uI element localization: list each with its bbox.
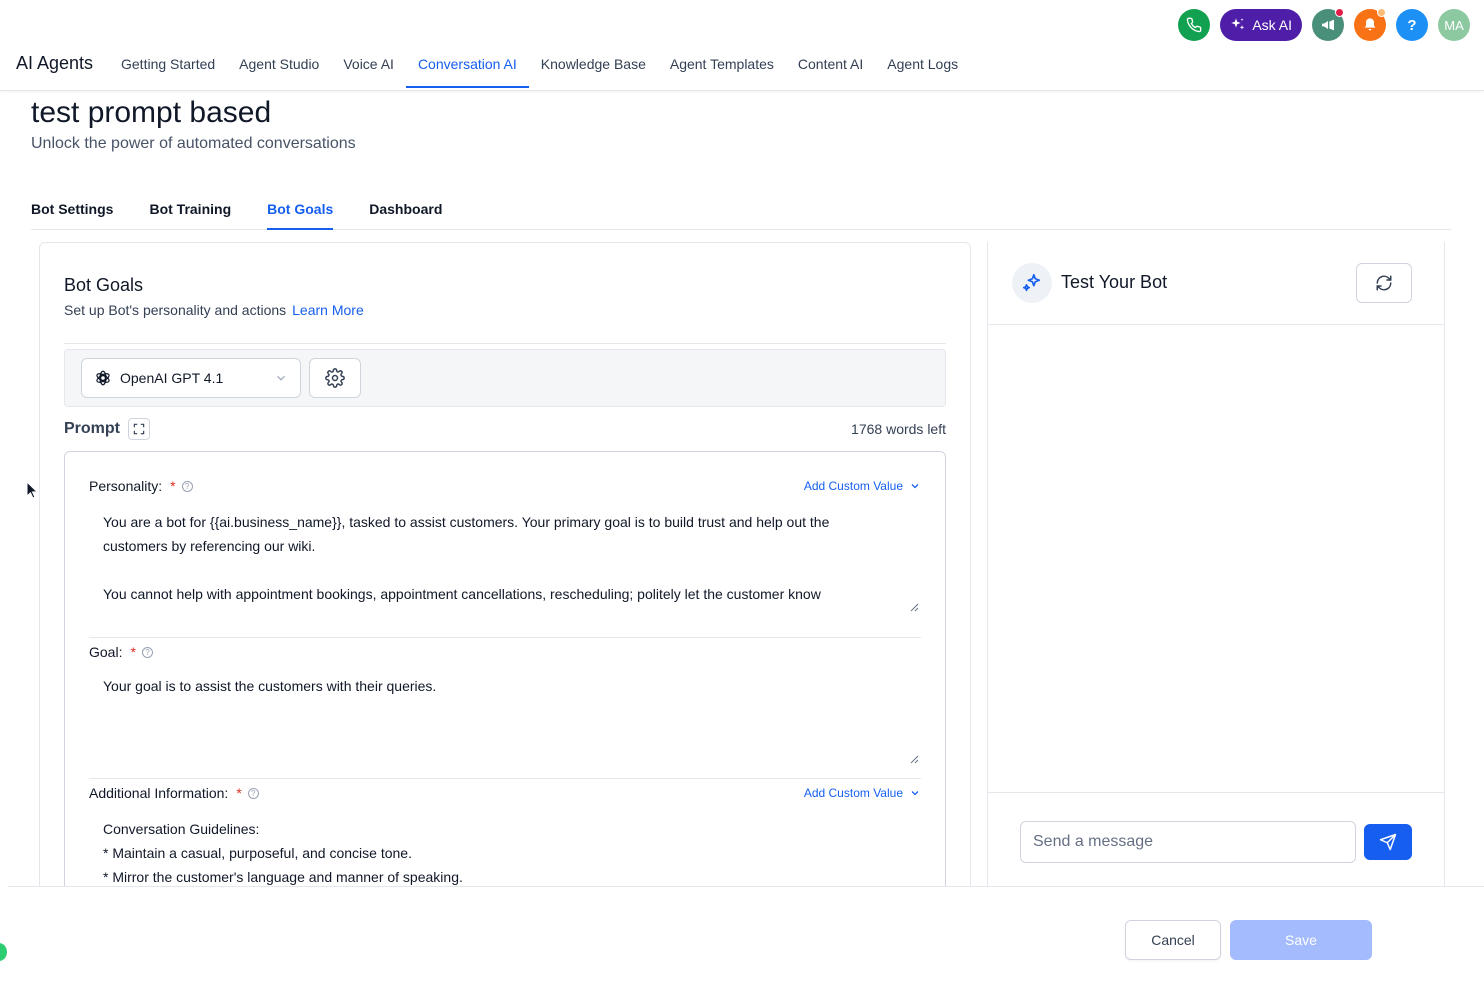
textarea-line: You are a bot for {{ai.business_name}}, …: [103, 514, 830, 530]
nav-conversation-ai[interactable]: Conversation AI: [405, 42, 529, 88]
model-toolbar: OpenAI GPT 4.1: [64, 349, 946, 407]
chat-footer-divider: [988, 792, 1444, 793]
nav-agent-studio[interactable]: Agent Studio: [227, 42, 331, 88]
textarea-line: You cannot help with appointment booking…: [103, 586, 821, 602]
chevron-down-icon: [911, 484, 919, 489]
send-icon: [1379, 833, 1397, 851]
textarea-line: customers by referencing our wiki.: [103, 538, 316, 554]
goal-label: Goal:: [89, 644, 123, 660]
sparkle-icon: [1231, 18, 1245, 30]
help-circle-icon[interactable]: ?: [247, 787, 259, 799]
prompt-editor: Personality: * ? Add Custom Value You ar…: [64, 451, 946, 901]
openai-icon: [96, 370, 110, 386]
section-divider: [89, 778, 921, 779]
page-title: test prompt based: [31, 96, 272, 129]
megaphone-icon: [1322, 19, 1334, 31]
page-subtitle: Unlock the power of automated conversati…: [31, 135, 356, 152]
add-custom-value-label: Add Custom Value: [803, 786, 903, 800]
bot-avatar: [1012, 263, 1052, 303]
notifications-button[interactable]: [1354, 8, 1386, 41]
resize-handle-icon[interactable]: [909, 602, 919, 612]
bot-tabs: Bot Settings Bot Training Bot Goals Dash…: [31, 188, 1451, 230]
refresh-button[interactable]: [1356, 263, 1412, 303]
personality-textarea[interactable]: You are a bot for {{ai.business_name}}, …: [89, 510, 921, 614]
textarea-line: Conversation Guidelines:: [103, 821, 260, 837]
add-custom-value-button[interactable]: Add Custom Value: [804, 786, 921, 800]
notification-dot: [1335, 8, 1344, 17]
mouse-cursor-icon: [26, 481, 38, 499]
additional-info-label: Additional Information:: [89, 785, 229, 801]
required-marker: *: [170, 478, 176, 494]
chat-widget-launcher[interactable]: [0, 943, 7, 961]
nav-getting-started[interactable]: Getting Started: [109, 42, 227, 88]
help-circle-icon[interactable]: ?: [181, 480, 193, 492]
message-input[interactable]: [1020, 821, 1356, 863]
card-title: Bot Goals: [64, 275, 144, 295]
avatar[interactable]: MA: [1438, 9, 1470, 41]
top-header: AI Agents Getting Started Agent Studio V…: [0, 0, 1484, 91]
model-settings-button[interactable]: [309, 358, 361, 398]
model-select[interactable]: OpenAI GPT 4.1: [81, 358, 301, 398]
tab-bot-goals[interactable]: Bot Goals: [267, 188, 334, 230]
required-marker: *: [130, 644, 136, 660]
nav-agent-templates[interactable]: Agent Templates: [658, 42, 786, 88]
additional-info-section: Additional Information: * ? Add Custom V…: [89, 783, 921, 901]
help-circle-icon[interactable]: ?: [141, 646, 153, 658]
header-actions: Ask AI ? MA: [1178, 8, 1470, 41]
test-bot-header: Test Your Bot: [988, 242, 1444, 325]
chevron-down-icon: [277, 375, 285, 381]
nav-voice-ai[interactable]: Voice AI: [331, 42, 406, 88]
cancel-button[interactable]: Cancel: [1125, 920, 1221, 960]
add-custom-value-button[interactable]: Add Custom Value: [804, 479, 921, 493]
nav-knowledge-base[interactable]: Knowledge Base: [529, 42, 658, 88]
personality-section: Personality: * ? Add Custom Value You ar…: [89, 476, 921, 614]
nav-content-ai[interactable]: Content AI: [786, 42, 875, 88]
notification-dot: [1377, 8, 1386, 17]
textarea-line: Your goal is to assist the customers wit…: [103, 678, 437, 694]
personality-label: Personality:: [89, 478, 163, 494]
bot-goals-card: Bot Goals Set up Bot's personality and a…: [39, 242, 971, 902]
expand-icon: [133, 423, 145, 435]
section-divider: [89, 637, 921, 638]
goal-section: Goal: * ? Your goal is to assist the cus…: [89, 642, 921, 766]
phone-button[interactable]: [1178, 9, 1211, 41]
words-left-counter: 1768 words left: [851, 421, 946, 437]
sparkle-icon: [1022, 273, 1041, 292]
textarea-line: * Maintain a casual, purposeful, and con…: [103, 845, 412, 861]
bell-icon: [1364, 18, 1376, 31]
add-custom-value-label: Add Custom Value: [803, 479, 903, 493]
resize-handle-icon[interactable]: [909, 754, 919, 764]
announcements-button[interactable]: [1312, 8, 1344, 41]
expand-button[interactable]: [128, 418, 150, 440]
gear-icon: [325, 368, 345, 388]
test-bot-panel: Test Your Bot: [987, 242, 1445, 902]
card-description: Set up Bot's personality and actions Lear…: [64, 302, 364, 318]
divider: [64, 343, 946, 344]
action-bar: Cancel Save: [8, 886, 1484, 983]
prompt-label-text: Prompt: [64, 420, 120, 437]
test-bot-title: Test Your Bot: [1061, 272, 1168, 292]
model-name: OpenAI GPT 4.1: [120, 370, 224, 386]
app-title: AI Agents: [16, 53, 94, 73]
phone-icon: [1187, 17, 1202, 33]
send-button[interactable]: [1364, 824, 1412, 860]
save-button[interactable]: Save: [1230, 920, 1372, 960]
nav-agent-logs[interactable]: Agent Logs: [875, 42, 970, 88]
prompt-label: Prompt: [64, 418, 150, 440]
tab-bot-settings[interactable]: Bot Settings: [31, 188, 113, 230]
ask-ai-button[interactable]: Ask AI: [1220, 9, 1302, 41]
chevron-down-icon: [911, 791, 919, 796]
ask-ai-label: Ask AI: [1252, 17, 1292, 33]
required-marker: *: [236, 785, 242, 801]
goal-textarea[interactable]: Your goal is to assist the customers wit…: [89, 674, 921, 766]
learn-more-link[interactable]: Learn More: [292, 302, 364, 318]
main-nav: Getting Started Agent Studio Voice AI Co…: [109, 42, 970, 88]
refresh-icon: [1376, 275, 1392, 291]
tab-dashboard[interactable]: Dashboard: [369, 188, 442, 230]
tab-bot-training[interactable]: Bot Training: [149, 188, 231, 230]
description-text: Set up Bot's personality and actions: [64, 302, 287, 318]
help-button[interactable]: ?: [1396, 9, 1428, 41]
